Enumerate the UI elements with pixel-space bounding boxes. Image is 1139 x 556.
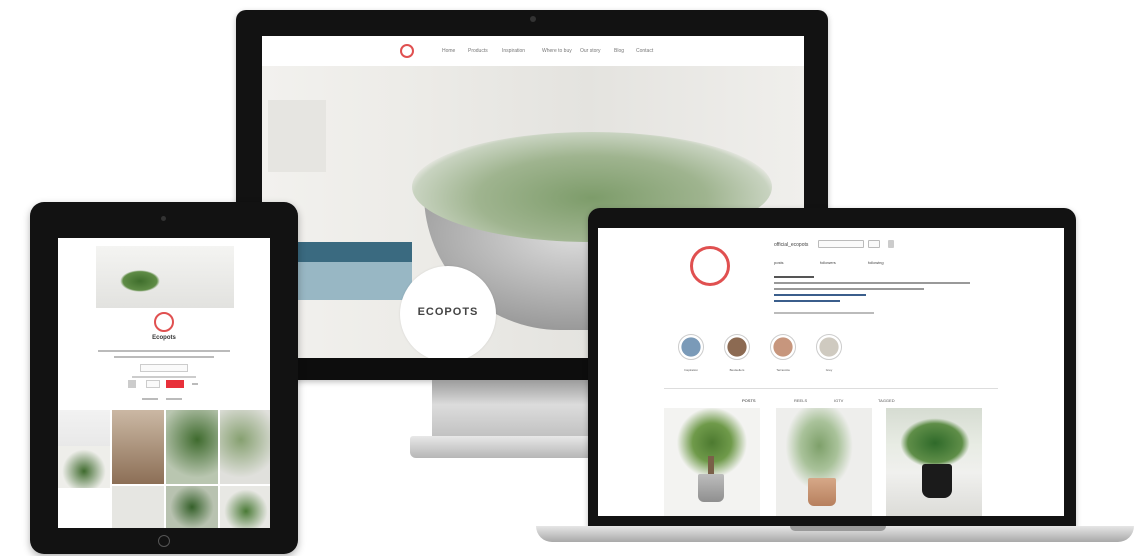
tablet-bio-line [98, 350, 230, 352]
tablet-cover-image [96, 246, 234, 308]
grid-photo[interactable] [58, 446, 110, 488]
laptop-bio-name [774, 276, 814, 278]
tablet-camera [161, 216, 166, 221]
highlight-inspiration[interactable] [678, 334, 704, 360]
tab-igtv[interactable]: IGTV [834, 398, 843, 403]
laptop-screen: official_ecopots posts followers followi… [598, 228, 1064, 516]
nav-item-home[interactable]: Home [442, 48, 455, 54]
tablet-red-button[interactable] [166, 380, 184, 388]
tab-reels[interactable]: REELS [794, 398, 807, 403]
highlight-label: Grey [825, 368, 833, 372]
tab-tagged[interactable]: TAGGED [878, 398, 895, 403]
tablet-cover-plant [120, 270, 160, 292]
laptop-stat-followers[interactable]: followers [820, 260, 836, 265]
tablet-more-indicator [192, 383, 198, 385]
post-photo[interactable] [664, 408, 760, 516]
laptop-bio-link[interactable] [774, 300, 840, 302]
site-navigation: Home Products Inspiration Where to buy O… [262, 36, 804, 66]
laptop-stat-posts: posts [774, 260, 784, 265]
nav-item-our-story[interactable]: Our story [580, 48, 601, 54]
tab-posts[interactable]: POSTS [742, 398, 756, 403]
grid-photo[interactable] [112, 486, 164, 528]
tablet-profile-name: Ecopots [152, 335, 176, 341]
laptop-followed-by [774, 312, 874, 314]
tablet-profile-avatar[interactable] [154, 312, 174, 332]
post-photo[interactable] [776, 408, 872, 516]
nav-item-contact[interactable]: Contact [636, 48, 653, 54]
tree-trunk [708, 456, 714, 476]
highlight-label: Bestsellers [729, 368, 745, 372]
tablet-bio-line [114, 356, 214, 358]
tablet-tab-tagged[interactable] [166, 398, 182, 400]
highlight-label: Terracotta [776, 368, 790, 372]
tablet-photo-grid [58, 410, 270, 528]
laptop-username: official_ecopots [774, 242, 809, 248]
tablet-message-button[interactable] [146, 380, 160, 388]
laptop-follow-button[interactable] [818, 240, 864, 248]
laptop-stat-following[interactable]: following [868, 260, 884, 265]
grid-photo[interactable] [220, 410, 270, 484]
highlight-bestsellers[interactable] [724, 334, 750, 360]
terracotta-pot [808, 478, 836, 506]
tablet-screen: Ecopots [58, 238, 270, 528]
tablet-meta-line [132, 376, 196, 378]
laptop-profile-avatar[interactable] [690, 246, 730, 286]
grid-photo[interactable] [112, 410, 164, 484]
black-pot [922, 464, 952, 498]
site-logo-icon[interactable] [400, 44, 414, 58]
highlight-label: Inspiration [684, 368, 698, 372]
grid-photo[interactable] [166, 486, 218, 528]
monitor-camera [530, 16, 536, 22]
more-options-icon[interactable] [888, 240, 894, 248]
laptop-bio-link[interactable] [774, 294, 866, 296]
laptop-dropdown-button[interactable] [868, 240, 880, 248]
hero-brand-badge: ECOPOTS [400, 266, 496, 358]
laptop-opening-notch [790, 526, 886, 531]
highlight-terracotta[interactable] [770, 334, 796, 360]
laptop-bio-line [774, 282, 970, 284]
tablet-stat-icon [128, 380, 136, 388]
laptop-bio-line [774, 288, 924, 290]
hero-brand-text: ECOPOTS [417, 306, 479, 318]
highlight-grey[interactable] [816, 334, 842, 360]
hero-wall-panel [268, 100, 326, 172]
tab-divider [664, 388, 998, 389]
nav-item-inspiration[interactable]: Inspiration [502, 48, 525, 54]
post-photo[interactable] [886, 408, 982, 516]
tablet-tab-posts[interactable] [142, 398, 158, 400]
nav-item-products[interactable]: Products [468, 48, 488, 54]
grey-pot [698, 474, 724, 502]
tablet-follow-button[interactable] [140, 364, 188, 372]
plant-leaves [900, 418, 970, 468]
grid-photo[interactable] [166, 410, 218, 484]
grid-photo[interactable] [220, 486, 270, 528]
nav-item-blog[interactable]: Blog [614, 48, 624, 54]
nav-item-where-to-buy[interactable]: Where to buy [542, 48, 572, 54]
tablet-home-button[interactable] [158, 535, 170, 547]
